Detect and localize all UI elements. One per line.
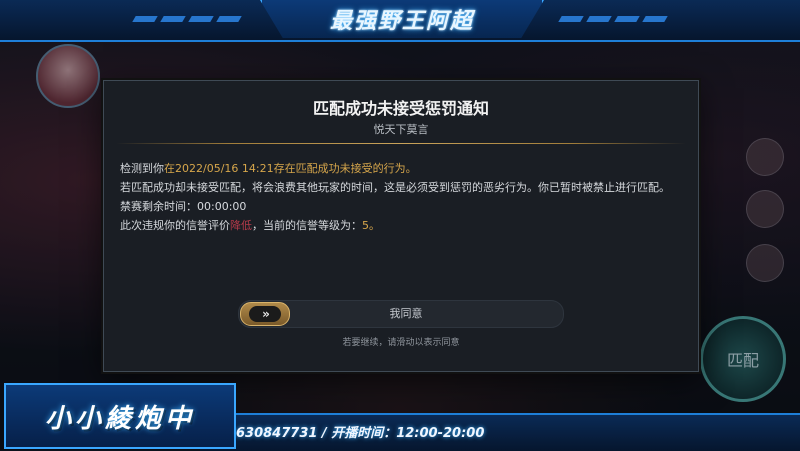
stream-top-banner: 最强野王阿超 bbox=[0, 0, 800, 42]
streamer-title: 最强野王阿超 bbox=[329, 9, 474, 34]
banner-decoration bbox=[60, 10, 242, 28]
notice-line-detected: 检测到你在2022/05/16 14:21存在匹配成功未接受的行为。 bbox=[120, 162, 417, 175]
double-chevron-right-icon: » bbox=[249, 306, 281, 322]
slider-handle[interactable]: » bbox=[240, 302, 290, 326]
top-title-plate: 最强野王阿超 bbox=[260, 0, 544, 38]
stream-bottom-banner: 小小綾炮中 630847731 / 开播时间：12:00-20:00 bbox=[0, 380, 800, 451]
credit-level: 5。 bbox=[362, 219, 380, 232]
notice-line-credit: 此次违规你的信誉评价降低，当前的信誉等级为：5。 bbox=[120, 219, 380, 232]
title-divider bbox=[116, 143, 686, 144]
notice-body: 检测到你在2022/05/16 14:21存在匹配成功未接受的行为。 若匹配成功… bbox=[120, 159, 680, 235]
streamer-nameplate: 小小綾炮中 bbox=[4, 383, 236, 449]
dialog-subtitle: 悦天下莫言 bbox=[373, 123, 429, 136]
credit-change: 降低 bbox=[230, 219, 252, 232]
violation-time: 在2022/05/16 14:21存在匹配成功未接受的行为。 bbox=[164, 162, 417, 175]
stream-info: 630847731 / 开播时间：12:00-20:00 bbox=[236, 426, 485, 441]
ban-remaining-time: 禁赛剩余时间：00:00:00 bbox=[120, 200, 247, 213]
streamer-name: 小小綾炮中 bbox=[44, 403, 195, 434]
agree-slider[interactable]: 我同意 » bbox=[238, 300, 564, 328]
slide-hint: 若要继续，请滑动以表示同意 bbox=[342, 338, 460, 348]
penalty-notice-dialog: 匹配成功未接受惩罚通知 悦天下莫言 检测到你在2022/05/16 14:21存… bbox=[103, 80, 699, 372]
banner-decoration bbox=[558, 10, 740, 28]
dialog-title: 匹配成功未接受惩罚通知 bbox=[312, 99, 489, 118]
notice-line-explanation: 若匹配成功却未接受匹配，将会浪费其他玩家的时间，这是必须受到惩罚的恶劣行为。你已… bbox=[120, 181, 670, 194]
